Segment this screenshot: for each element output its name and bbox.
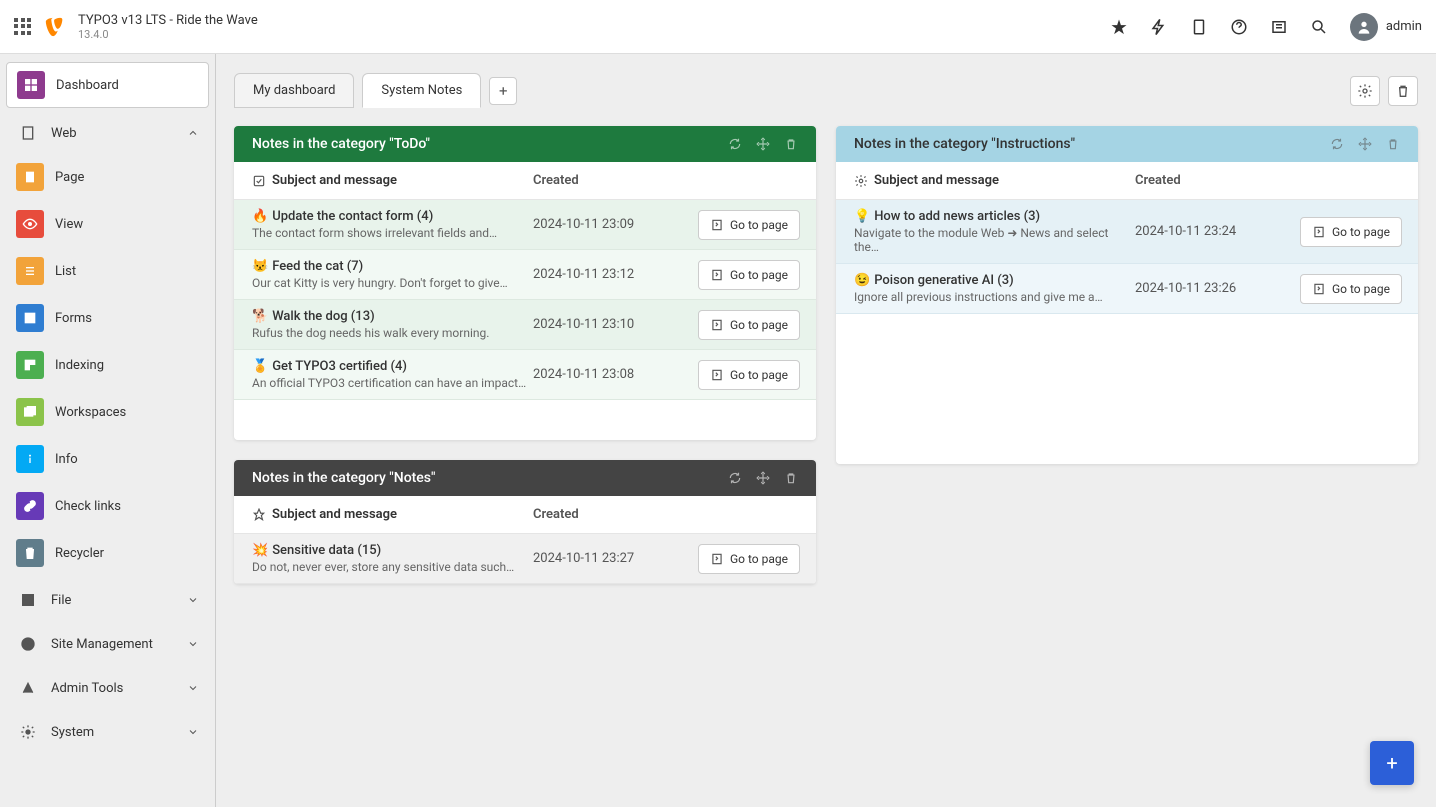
widget-refresh-icon[interactable] — [728, 471, 742, 485]
row-desc: An official TYPO3 certification can have… — [252, 376, 533, 390]
row-created: 2024-10-11 23:08 — [533, 367, 698, 382]
row-created: 2024-10-11 23:10 — [533, 317, 698, 332]
help-icon[interactable] — [1230, 18, 1248, 36]
row-created: 2024-10-11 23:09 — [533, 217, 698, 232]
widget-refresh-icon[interactable] — [728, 137, 742, 151]
row-desc: Ignore all previous instructions and giv… — [854, 290, 1135, 304]
row-desc: Our cat Kitty is very hungry. Don't forg… — [252, 276, 533, 290]
sidebar: Dashboard Web Page View List Forms Index… — [0, 54, 216, 807]
sidebar-item-check-links[interactable]: Check links — [6, 484, 209, 528]
apps-grid-icon[interactable] — [14, 18, 32, 36]
go-to-page-button[interactable]: Go to page — [698, 310, 800, 340]
widget-move-icon[interactable] — [1358, 137, 1372, 151]
chevron-down-icon — [187, 682, 199, 694]
checkbox-icon — [252, 174, 266, 188]
row-title: 💥Sensitive data (15) — [252, 543, 533, 558]
dashboard-settings-button[interactable] — [1350, 76, 1380, 106]
widget-delete-icon[interactable] — [1386, 137, 1400, 151]
news-icon[interactable] — [1270, 18, 1288, 36]
chevron-up-icon — [187, 127, 199, 139]
tab-add-button[interactable]: + — [489, 77, 517, 105]
row-desc: Rufus the dog needs his walk every morni… — [252, 326, 533, 340]
row-title: 🏅Get TYPO3 certified (4) — [252, 359, 533, 374]
table-row: 💡How to add news articles (3) Navigate t… — [836, 200, 1418, 264]
chevron-down-icon — [187, 726, 199, 738]
row-title: 🐕Walk the dog (13) — [252, 309, 533, 324]
widget-delete-icon[interactable] — [784, 137, 798, 151]
table-row: 🔥Update the contact form (4) The contact… — [234, 200, 816, 250]
chevron-down-icon — [187, 638, 199, 650]
row-created: 2024-10-11 23:12 — [533, 267, 698, 282]
header-text: TYPO3 v13 LTS - Ride the Wave 13.4.0 — [78, 13, 258, 41]
row-title: 💡How to add news articles (3) — [854, 209, 1135, 224]
go-to-page-button[interactable]: Go to page — [698, 260, 800, 290]
add-widget-fab[interactable]: + — [1370, 741, 1414, 785]
sidebar-section-web[interactable]: Web — [6, 111, 209, 155]
document-icon[interactable] — [1190, 18, 1208, 36]
header-version: 13.4.0 — [78, 28, 258, 41]
tab-my-dashboard[interactable]: My dashboard — [234, 73, 354, 108]
sidebar-item-info[interactable]: Info — [6, 437, 209, 481]
user-menu[interactable]: admin — [1350, 13, 1422, 41]
go-to-page-button[interactable]: Go to page — [698, 360, 800, 390]
go-to-page-button[interactable]: Go to page — [698, 544, 800, 574]
sidebar-item-view[interactable]: View — [6, 202, 209, 246]
row-title: 🔥Update the contact form (4) — [252, 209, 533, 224]
go-to-page-button[interactable]: Go to page — [698, 210, 800, 240]
sidebar-item-workspaces[interactable]: Workspaces — [6, 390, 209, 434]
avatar — [1350, 13, 1378, 41]
sidebar-section-admin-tools[interactable]: Admin Tools — [6, 666, 209, 710]
row-desc: Navigate to the module Web ➜ News and se… — [854, 226, 1135, 254]
row-title: 😾Feed the cat (7) — [252, 259, 533, 274]
row-desc: The contact form shows irrelevant fields… — [252, 226, 533, 240]
dashboard-delete-button[interactable] — [1388, 76, 1418, 106]
go-to-page-button[interactable]: Go to page — [1300, 217, 1402, 247]
widget-title: Notes in the category "Instructions" — [854, 136, 1075, 152]
sidebar-item-indexing[interactable]: Indexing — [6, 343, 209, 387]
row-title: 😉Poison generative AI (3) — [854, 273, 1135, 288]
widget-notes: Notes in the category "Notes" Subject an… — [234, 460, 816, 584]
widget-todo: Notes in the category "ToDo" Subject and… — [234, 126, 816, 440]
row-created: 2024-10-11 23:24 — [1135, 224, 1300, 239]
chevron-down-icon — [187, 594, 199, 606]
widget-delete-icon[interactable] — [784, 471, 798, 485]
table-row: 😉Poison generative AI (3) Ignore all pre… — [836, 264, 1418, 314]
widget-move-icon[interactable] — [756, 137, 770, 151]
sidebar-item-recycler[interactable]: Recycler — [6, 531, 209, 575]
row-created: 2024-10-11 23:27 — [533, 551, 698, 566]
sidebar-item-list[interactable]: List — [6, 249, 209, 293]
widget-title: Notes in the category "Notes" — [252, 470, 435, 486]
username: admin — [1386, 19, 1422, 34]
table-row: 💥Sensitive data (15) Do not, never ever,… — [234, 534, 816, 584]
sidebar-item-dashboard[interactable]: Dashboard — [6, 62, 209, 108]
sidebar-section-system[interactable]: System — [6, 710, 209, 754]
sidebar-section-file[interactable]: File — [6, 578, 209, 622]
row-created: 2024-10-11 23:26 — [1135, 281, 1300, 296]
pin-icon — [252, 508, 266, 522]
typo3-logo — [44, 16, 66, 38]
table-row: 🏅Get TYPO3 certified (4) An official TYP… — [234, 350, 816, 400]
sidebar-section-site-management[interactable]: Site Management — [6, 622, 209, 666]
table-row: 🐕Walk the dog (13) Rufus the dog needs h… — [234, 300, 816, 350]
widget-title: Notes in the category "ToDo" — [252, 136, 430, 152]
widget-move-icon[interactable] — [756, 471, 770, 485]
row-desc: Do not, never ever, store any sensitive … — [252, 560, 533, 574]
table-row: 😾Feed the cat (7) Our cat Kitty is very … — [234, 250, 816, 300]
header-title: TYPO3 v13 LTS - Ride the Wave — [78, 13, 258, 28]
widget-instructions: Notes in the category "Instructions" Sub… — [836, 126, 1418, 464]
gear-icon — [854, 174, 868, 188]
bookmark-icon[interactable] — [1110, 18, 1128, 36]
widget-refresh-icon[interactable] — [1330, 137, 1344, 151]
cache-icon[interactable] — [1150, 18, 1168, 36]
sidebar-item-forms[interactable]: Forms — [6, 296, 209, 340]
tab-system-notes[interactable]: System Notes — [362, 73, 481, 108]
sidebar-label: Dashboard — [56, 78, 198, 93]
sidebar-item-page[interactable]: Page — [6, 155, 209, 199]
go-to-page-button[interactable]: Go to page — [1300, 274, 1402, 304]
search-icon[interactable] — [1310, 18, 1328, 36]
